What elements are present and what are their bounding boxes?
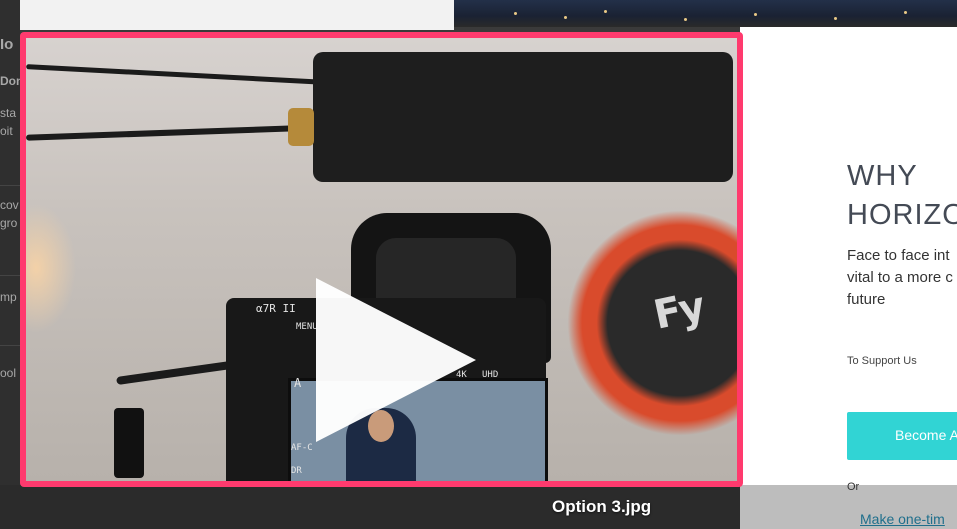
camera-label: UHD bbox=[482, 370, 499, 380]
background-card-top bbox=[20, 0, 454, 30]
gimbal-motor bbox=[559, 188, 737, 458]
divider bbox=[0, 185, 20, 186]
divider bbox=[0, 345, 20, 346]
background-right-panel: WHY HORIZO Face to face int vital to a m… bbox=[740, 27, 957, 485]
background-text-fragment: gro bbox=[0, 216, 18, 230]
camera-label: MENU bbox=[296, 322, 318, 332]
background-text-fragment: oit bbox=[0, 124, 13, 138]
background-left-column: Io Don sta oit cov gro mp ool bbox=[0, 0, 23, 529]
background-photo-strip bbox=[454, 0, 957, 27]
background-text-fragment: sta bbox=[0, 106, 17, 120]
become-button[interactable]: Become A bbox=[847, 412, 957, 460]
mic-connector bbox=[288, 108, 314, 146]
file-caption: Option 3.jpg bbox=[552, 497, 652, 516]
camera-model-label: α7R II bbox=[256, 302, 296, 315]
image-preview[interactable]: α7R II MENU A AF-C DR 4K UHD Fy bbox=[20, 32, 743, 487]
divider bbox=[0, 275, 20, 276]
background-text-fragment: Io bbox=[0, 36, 14, 53]
camera-label: DR bbox=[291, 466, 302, 476]
why-heading: WHY HORIZO bbox=[847, 160, 957, 231]
play-icon[interactable] bbox=[316, 278, 476, 442]
camera-label: AF-C bbox=[291, 443, 313, 453]
one-time-donation-link[interactable]: Make one-tim bbox=[860, 511, 945, 527]
background-text-fragment: ool bbox=[0, 366, 17, 380]
or-label: Or bbox=[847, 481, 860, 493]
background-text-fragment: cov bbox=[0, 198, 19, 212]
camera-label: A bbox=[294, 376, 302, 390]
support-label: To Support Us bbox=[847, 355, 917, 367]
background-text-fragment: mp bbox=[0, 290, 17, 304]
wireless-mic-receiver bbox=[313, 52, 733, 182]
intro-text: Face to face int vital to a more c futur… bbox=[847, 247, 953, 308]
